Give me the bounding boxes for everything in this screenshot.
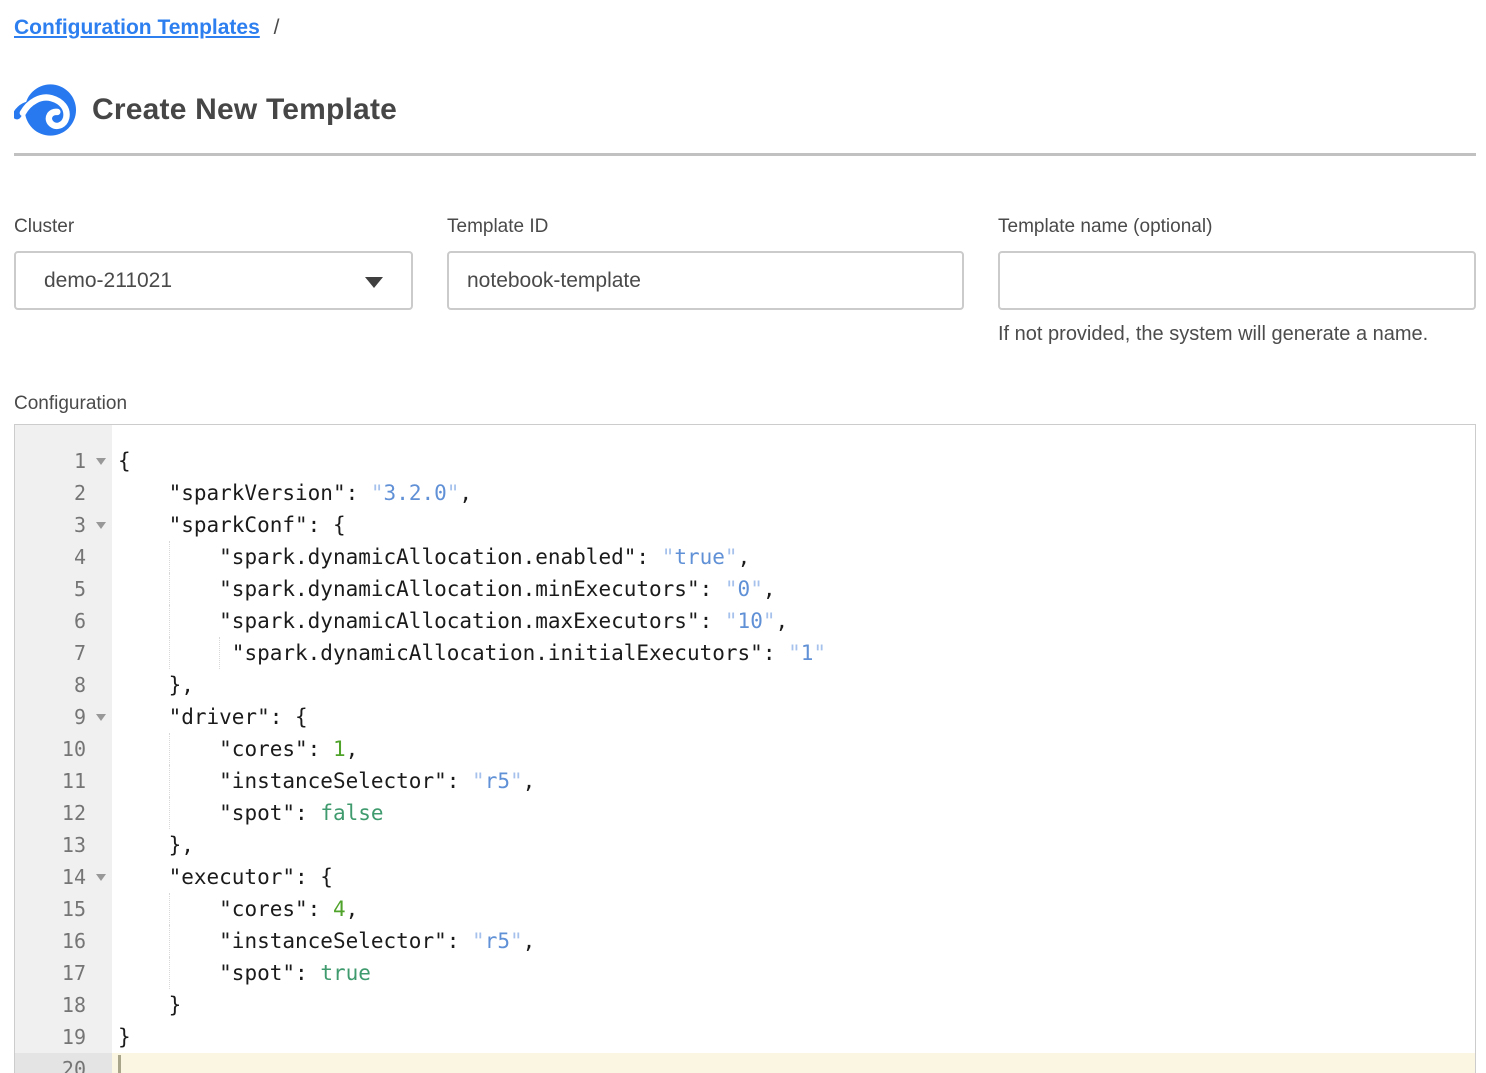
line-number: 14 [15, 861, 112, 893]
fold-toggle-icon[interactable] [96, 458, 106, 465]
line-number: 2 [15, 477, 112, 509]
text-cursor [118, 1055, 121, 1073]
line-number: 7 [15, 637, 112, 669]
template-name-hint: If not provided, the system will generat… [998, 323, 1476, 346]
config-editor[interactable]: 1234567891011121314151617181920 { "spark… [14, 424, 1476, 1073]
indent-guide [169, 637, 170, 669]
indent-guide [169, 541, 170, 573]
breadcrumb: Configuration Templates / [14, 14, 1476, 42]
header-divider [14, 153, 1476, 156]
indent-guide [169, 733, 170, 765]
page-header: Create New Template [14, 82, 1476, 138]
line-number: 11 [15, 765, 112, 797]
template-id-input[interactable] [447, 251, 964, 310]
editor-line[interactable]: "spark.dynamicAllocation.enabled": "true… [112, 541, 1475, 573]
template-name-field: Template name (optional) If not provided… [998, 216, 1476, 346]
line-number: 6 [15, 605, 112, 637]
cluster-field: Cluster demo-211021 [14, 216, 413, 346]
editor-line[interactable]: "spark.dynamicAllocation.minExecutors": … [112, 573, 1475, 605]
line-number: 5 [15, 573, 112, 605]
editor-line[interactable]: "sparkVersion": "3.2.0", [112, 477, 1475, 509]
template-name-input[interactable] [998, 251, 1476, 310]
editor-line[interactable]: "cores": 4, [112, 893, 1475, 925]
line-number: 10 [15, 733, 112, 765]
line-number: 3 [15, 509, 112, 541]
indent-guide [169, 765, 170, 797]
editor-line[interactable]: "spot": false [112, 797, 1475, 829]
editor-line[interactable]: } [112, 1021, 1475, 1053]
editor-line[interactable]: "executor": { [112, 861, 1475, 893]
breadcrumb-separator: / [274, 16, 280, 39]
fold-toggle-icon[interactable] [96, 874, 106, 881]
cluster-select[interactable]: demo-211021 [14, 251, 413, 310]
cluster-label: Cluster [14, 216, 413, 238]
indent-guide [169, 893, 170, 925]
editor-line[interactable] [112, 1053, 1475, 1073]
editor-line[interactable]: } [112, 989, 1475, 1021]
editor-line[interactable]: "sparkConf": { [112, 509, 1475, 541]
editor-line[interactable]: "spot": true [112, 957, 1475, 989]
line-number: 18 [15, 989, 112, 1021]
template-name-label: Template name (optional) [998, 216, 1476, 238]
editor-code[interactable]: { "sparkVersion": "3.2.0", "sparkConf": … [112, 425, 1475, 1073]
line-number: 19 [15, 1021, 112, 1053]
breadcrumb-link-configuration-templates[interactable]: Configuration Templates [14, 16, 260, 39]
indent-guide [169, 925, 170, 957]
fold-toggle-icon[interactable] [96, 714, 106, 721]
template-id-field: Template ID [447, 216, 964, 346]
line-number: 12 [15, 797, 112, 829]
configuration-label: Configuration [14, 393, 1476, 415]
page: Configuration Templates / Create New Tem… [0, 0, 1486, 1073]
indent-guide [169, 605, 170, 637]
line-number: 9 [15, 701, 112, 733]
line-number: 17 [15, 957, 112, 989]
template-form: Cluster demo-211021 Template ID Template… [14, 216, 1476, 346]
template-id-label: Template ID [447, 216, 964, 238]
editor-line[interactable]: { [112, 445, 1475, 477]
cluster-select-value: demo-211021 [44, 269, 172, 293]
editor-line[interactable]: "driver": { [112, 701, 1475, 733]
line-number: 8 [15, 669, 112, 701]
editor-line[interactable]: }, [112, 669, 1475, 701]
editor-line[interactable]: }, [112, 829, 1475, 861]
line-number: 1 [15, 445, 112, 477]
chevron-down-icon [365, 277, 383, 288]
page-title: Create New Template [92, 93, 397, 127]
editor-line[interactable]: "spark.dynamicAllocation.initialExecutor… [112, 637, 1475, 669]
line-number: 20 [15, 1053, 112, 1073]
line-number: 4 [15, 541, 112, 573]
editor-line[interactable]: "spark.dynamicAllocation.maxExecutors": … [112, 605, 1475, 637]
line-number: 16 [15, 925, 112, 957]
editor-gutter: 1234567891011121314151617181920 [15, 425, 112, 1073]
editor-line[interactable]: "instanceSelector": "r5", [112, 925, 1475, 957]
line-number: 15 [15, 893, 112, 925]
editor-line[interactable]: "instanceSelector": "r5", [112, 765, 1475, 797]
indent-guide [169, 573, 170, 605]
fold-toggle-icon[interactable] [96, 522, 106, 529]
editor-line[interactable]: "cores": 1, [112, 733, 1475, 765]
line-number: 13 [15, 829, 112, 861]
indent-guide [169, 797, 170, 829]
indent-guide [219, 637, 220, 669]
ocean-wave-logo-icon [14, 82, 77, 138]
indent-guide [169, 957, 170, 989]
